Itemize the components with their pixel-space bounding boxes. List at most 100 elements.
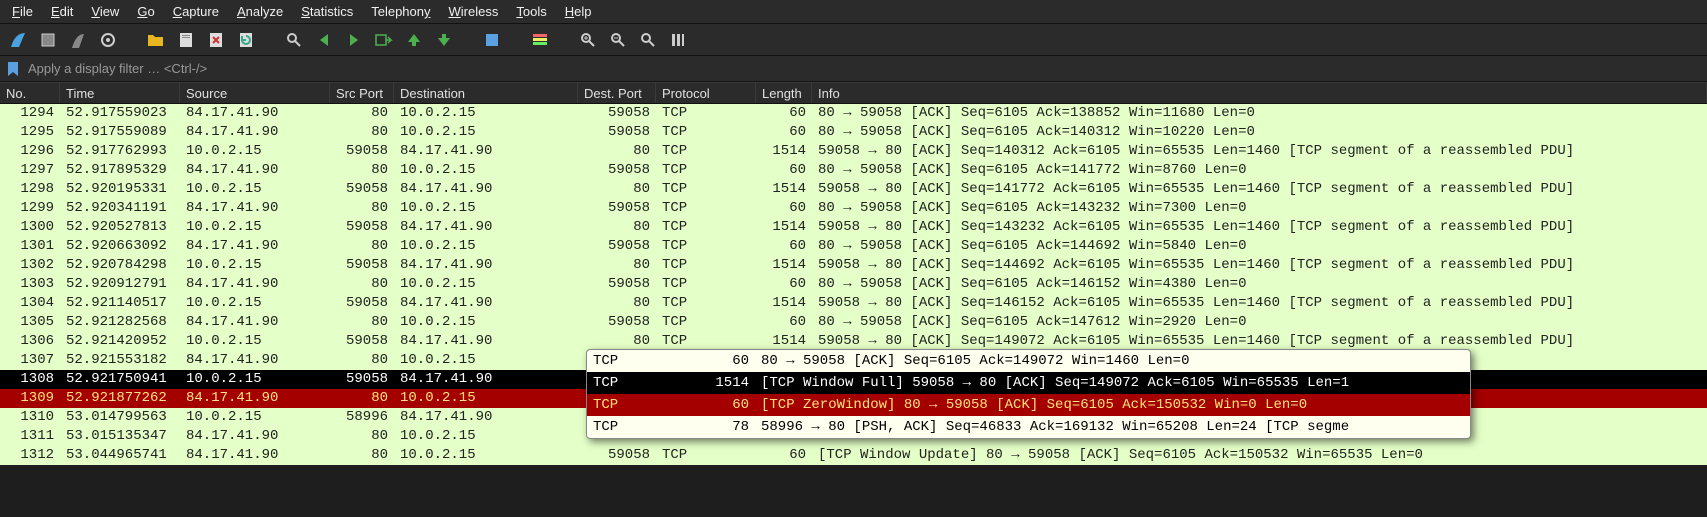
cell-dport: 59058 [578,104,656,123]
cell-len: 1514 [756,294,812,313]
tooltip-row: TCP6080 → 59058 [ACK] Seq=6105 Ack=14907… [587,350,1470,372]
tooltip-proto: TCP [587,375,687,391]
cell-src: 10.0.2.15 [180,218,330,237]
cell-info: 80 → 59058 [ACK] Seq=6105 Ack=141772 Win… [812,161,1707,180]
cell-dst: 10.0.2.15 [394,161,578,180]
colorize-icon[interactable] [530,30,550,50]
menu-edit[interactable]: Edit [45,2,79,21]
cell-sport: 59058 [330,218,394,237]
cell-info: 80 → 59058 [ACK] Seq=6105 Ack=146152 Win… [812,275,1707,294]
tooltip-row: TCP1514[TCP Window Full] 59058 → 80 [ACK… [587,372,1470,394]
cell-info: 59058 → 80 [ACK] Seq=141772 Ack=6105 Win… [812,180,1707,199]
shark-fin-icon[interactable] [8,30,28,50]
packet-row[interactable]: 130352.92091279184.17.41.908010.0.2.1559… [0,275,1707,294]
options-icon[interactable] [98,30,118,50]
col-header-dest[interactable]: Destination [394,83,578,103]
find-icon[interactable] [284,30,304,50]
packet-row[interactable]: 130152.92066309284.17.41.908010.0.2.1559… [0,237,1707,256]
cell-info: 59058 → 80 [ACK] Seq=140312 Ack=6105 Win… [812,142,1707,161]
cell-time: 53.044965741 [60,446,180,465]
tooltip-len: 78 [687,419,755,435]
goto-icon[interactable] [374,30,394,50]
packet-row[interactable]: 130252.92078429810.0.2.155905884.17.41.9… [0,256,1707,275]
packet-row[interactable]: 129652.91776299310.0.2.155905884.17.41.9… [0,142,1707,161]
col-header-info[interactable]: Info [812,83,1707,103]
cell-dport: 59058 [578,313,656,332]
bookmark-icon[interactable] [4,60,22,78]
cell-dport: 59058 [578,275,656,294]
cell-dst: 10.0.2.15 [394,446,578,465]
cell-dst: 10.0.2.15 [394,275,578,294]
menu-telephony[interactable]: Telephony [365,2,436,21]
stop-icon[interactable] [38,30,58,50]
menu-go[interactable]: Go [131,2,160,21]
cell-proto: TCP [656,123,756,142]
packet-row[interactable]: 129852.92019533110.0.2.155905884.17.41.9… [0,180,1707,199]
cell-len: 60 [756,275,812,294]
cell-info: [TCP Window Update] 80 → 59058 [ACK] Seq… [812,446,1707,465]
packet-row[interactable]: 130052.92052781310.0.2.155905884.17.41.9… [0,218,1707,237]
arrow-right-icon[interactable] [344,30,364,50]
zoom-reset-icon[interactable] [638,30,658,50]
cell-dst: 84.17.41.90 [394,218,578,237]
col-header-no[interactable]: No. [0,83,60,103]
menu-statistics[interactable]: Statistics [295,2,359,21]
cell-dst: 84.17.41.90 [394,294,578,313]
close-file-icon[interactable] [206,30,226,50]
arrow-down-icon[interactable] [434,30,454,50]
col-header-source[interactable]: Source [180,83,330,103]
tooltip-info: 80 → 59058 [ACK] Seq=6105 Ack=149072 Win… [755,353,1470,369]
cell-no: 1309 [0,389,60,408]
cell-src: 84.17.41.90 [180,199,330,218]
tooltip-info: [TCP Window Full] 59058 → 80 [ACK] Seq=1… [755,375,1470,391]
zoom-out-icon[interactable] [608,30,628,50]
arrow-left-icon[interactable] [314,30,334,50]
packet-row[interactable]: 129452.91755902384.17.41.908010.0.2.1559… [0,104,1707,123]
cell-src: 10.0.2.15 [180,256,330,275]
packet-row[interactable]: 129952.92034119184.17.41.908010.0.2.1559… [0,199,1707,218]
arrow-up-icon[interactable] [404,30,424,50]
cell-dport: 80 [578,180,656,199]
packet-row[interactable]: 130552.92128256884.17.41.908010.0.2.1559… [0,313,1707,332]
packet-row[interactable]: 129752.91789532984.17.41.908010.0.2.1559… [0,161,1707,180]
cell-dst: 10.0.2.15 [394,123,578,142]
packet-row[interactable]: 130452.92114051710.0.2.155905884.17.41.9… [0,294,1707,313]
cell-info: 80 → 59058 [ACK] Seq=6105 Ack=138852 Win… [812,104,1707,123]
menu-capture[interactable]: Capture [167,2,225,21]
packet-list-header: No. Time Source Src Port Destination Des… [0,82,1707,104]
cell-dst: 84.17.41.90 [394,370,578,389]
display-filter-input[interactable] [22,57,1703,80]
cell-len: 1514 [756,142,812,161]
tooltip-len: 1514 [687,375,755,391]
folder-open-icon[interactable] [146,30,166,50]
menu-tools[interactable]: Tools [510,2,552,21]
autoscroll-icon[interactable] [482,30,502,50]
packet-row[interactable]: 129552.91755908984.17.41.908010.0.2.1559… [0,123,1707,142]
save-icon[interactable] [176,30,196,50]
menu-file[interactable]: File [6,2,39,21]
menu-help[interactable]: Help [559,2,598,21]
menu-view[interactable]: View [85,2,125,21]
cell-no: 1303 [0,275,60,294]
packet-row[interactable]: 131253.04496574184.17.41.908010.0.2.1559… [0,446,1707,465]
tooltip-row: TCP7858996 → 80 [PSH, ACK] Seq=46833 Ack… [587,416,1470,438]
cell-no: 1299 [0,199,60,218]
col-header-length[interactable]: Length [756,83,812,103]
cell-no: 1300 [0,218,60,237]
cell-dst: 10.0.2.15 [394,313,578,332]
reload-icon[interactable] [236,30,256,50]
cell-len: 60 [756,313,812,332]
col-header-dport[interactable]: Dest. Port [578,83,656,103]
col-header-time[interactable]: Time [60,83,180,103]
restart-icon[interactable] [68,30,88,50]
cell-dst: 84.17.41.90 [394,256,578,275]
cell-dport: 59058 [578,199,656,218]
col-header-sport[interactable]: Src Port [330,83,394,103]
resize-cols-icon[interactable] [668,30,688,50]
col-header-proto[interactable]: Protocol [656,83,756,103]
zoom-in-icon[interactable] [578,30,598,50]
menu-wireless[interactable]: Wireless [443,2,505,21]
cell-no: 1298 [0,180,60,199]
cell-dport: 80 [578,294,656,313]
menu-analyze[interactable]: Analyze [231,2,289,21]
